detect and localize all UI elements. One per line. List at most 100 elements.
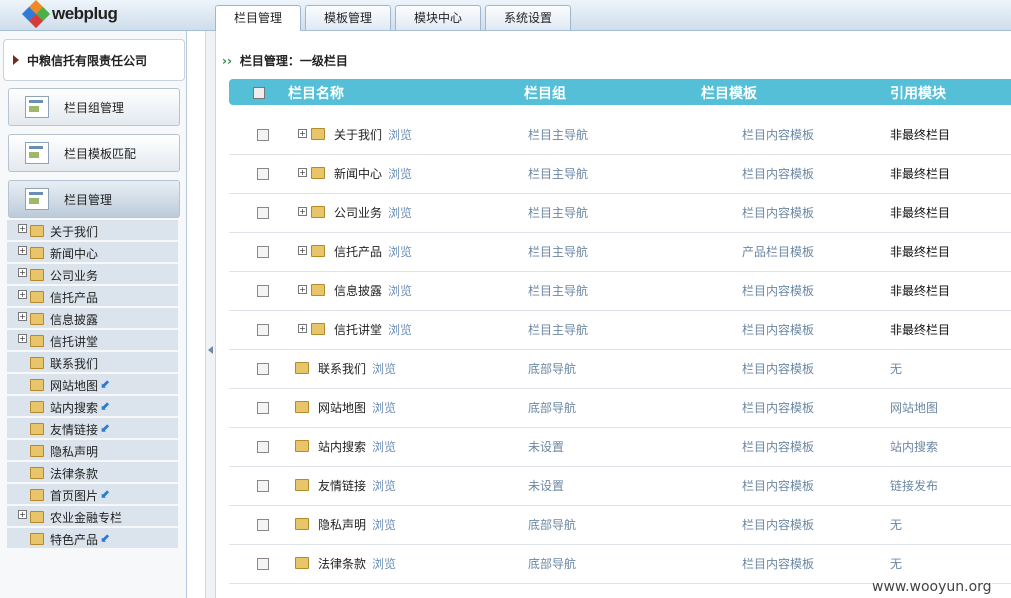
tab-module-center[interactable]: 模块中心 — [395, 5, 482, 30]
row-checkbox[interactable] — [257, 168, 269, 180]
folder-icon — [30, 247, 44, 259]
table-row: 隐私声明 浏览 底部导航 栏目内容模板 无 — [229, 506, 1011, 545]
column-group: 栏目主导航 — [528, 206, 589, 220]
column-template-match-button[interactable]: 栏目模板匹配 — [8, 134, 180, 172]
button-label: 栏目模板匹配 — [64, 146, 137, 161]
button-label: 栏目组管理 — [64, 100, 125, 115]
sidebar-tree-item[interactable]: + 农业金融专栏 — [7, 506, 178, 526]
expand-icon[interactable]: + — [298, 168, 307, 177]
referenced-module: 站内搜索 — [890, 440, 939, 454]
expand-icon[interactable]: + — [18, 246, 27, 255]
column-name: 公司业务 — [334, 206, 383, 220]
sidebar-tree-label: 联系我们 — [50, 357, 99, 371]
table-row: 站内搜索 浏览 未设置 栏目内容模板 站内搜索 — [229, 428, 1011, 467]
folder-icon — [311, 323, 325, 335]
referenced-module: 非最终栏目 — [890, 284, 951, 298]
row-checkbox[interactable] — [257, 324, 269, 336]
sidebar-tree-label: 关于我们 — [50, 225, 99, 239]
column-group-management-button[interactable]: 栏目组管理 — [8, 88, 180, 126]
browse-link[interactable]: 浏览 — [388, 321, 412, 338]
collapse-left-icon[interactable] — [208, 346, 213, 354]
referenced-module: 无 — [890, 362, 903, 376]
browse-link[interactable]: 浏览 — [388, 204, 412, 221]
expand-icon[interactable]: + — [298, 246, 307, 255]
expand-icon[interactable]: + — [18, 290, 27, 299]
row-checkbox[interactable] — [257, 519, 269, 531]
sidebar-tree-label: 信托产品 — [50, 291, 99, 305]
sidebar-tree-item[interactable]: + 信息披露 — [7, 308, 178, 328]
company-selector[interactable]: 中粮信托有限责任公司 — [3, 39, 185, 81]
watermark: www.wooyun.org — [872, 579, 992, 595]
folder-icon — [30, 511, 44, 523]
browse-link[interactable]: 浏览 — [372, 516, 396, 533]
tab-system-settings[interactable]: 系统设置 — [485, 5, 572, 30]
row-checkbox[interactable] — [257, 207, 269, 219]
sidebar-tree-item[interactable]: 法律条款 — [7, 462, 178, 482]
column-group: 底部导航 — [528, 362, 577, 376]
sidebar-tree-item[interactable]: 特色产品 ⬋ — [7, 528, 178, 548]
row-checkbox[interactable] — [257, 441, 269, 453]
table-row: 联系我们 浏览 底部导航 栏目内容模板 无 — [229, 350, 1011, 389]
referenced-module: 网站地图 — [890, 401, 939, 415]
row-checkbox[interactable] — [257, 246, 269, 258]
browse-link[interactable]: 浏览 — [372, 555, 396, 572]
referenced-module: 非最终栏目 — [890, 167, 951, 181]
row-checkbox[interactable] — [257, 285, 269, 297]
browse-link[interactable]: 浏览 — [372, 399, 396, 416]
folder-icon — [30, 467, 44, 479]
panel-splitter[interactable] — [205, 31, 216, 598]
column-group: 栏目主导航 — [528, 284, 589, 298]
sidebar-tree-item[interactable]: + 新闻中心 — [7, 242, 178, 262]
sidebar-tree-item[interactable]: 友情链接 ⬋ — [7, 418, 178, 438]
row-checkbox[interactable] — [257, 129, 269, 141]
browse-link[interactable]: 浏览 — [388, 282, 412, 299]
column-template: 栏目内容模板 — [742, 284, 815, 298]
expand-icon[interactable]: + — [298, 285, 307, 294]
column-group: 底部导航 — [528, 518, 577, 532]
tab-template-management[interactable]: 模板管理 — [305, 5, 392, 30]
browse-link[interactable]: 浏览 — [372, 360, 396, 377]
sidebar-tree-item[interactable]: 网站地图 ⬋ — [7, 374, 178, 394]
column-template: 栏目内容模板 — [742, 518, 815, 532]
sidebar-tree-item[interactable]: 站内搜索 ⬋ — [7, 396, 178, 416]
tab-column-management[interactable]: 栏目管理 — [215, 5, 302, 31]
expand-icon[interactable]: + — [298, 324, 307, 333]
expand-icon[interactable]: + — [298, 207, 307, 216]
sidebar-tree-item[interactable]: + 信托讲堂 — [7, 330, 178, 350]
column-management-button[interactable]: 栏目管理 — [8, 180, 180, 218]
row-checkbox[interactable] — [257, 480, 269, 492]
column-name: 法律条款 — [318, 557, 367, 571]
expand-icon[interactable]: + — [18, 334, 27, 343]
column-name: 关于我们 — [334, 128, 383, 142]
expand-icon[interactable]: + — [18, 312, 27, 321]
expand-icon[interactable]: + — [18, 510, 27, 519]
shortcut-arrow-icon: ⬋ — [100, 487, 111, 501]
sidebar-tree-item[interactable]: 隐私声明 — [7, 440, 178, 460]
sidebar-tree-label: 隐私声明 — [50, 445, 99, 459]
expand-icon[interactable]: + — [298, 129, 307, 138]
browse-link[interactable]: 浏览 — [388, 243, 412, 260]
column-name: 隐私声明 — [318, 518, 367, 532]
row-checkbox[interactable] — [257, 363, 269, 375]
sidebar-tree-item[interactable]: 首页图片 ⬋ — [7, 484, 178, 504]
expand-icon[interactable]: + — [18, 268, 27, 277]
expand-icon[interactable]: + — [18, 224, 27, 233]
column-template: 栏目内容模板 — [742, 401, 815, 415]
browse-link[interactable]: 浏览 — [372, 477, 396, 494]
row-checkbox[interactable] — [257, 402, 269, 414]
sidebar-tree-item[interactable]: + 信托产品 — [7, 286, 178, 306]
column-name: 信托讲堂 — [334, 323, 383, 337]
column-template: 栏目内容模板 — [742, 362, 815, 376]
folder-icon — [295, 362, 309, 374]
sidebar-tree-item[interactable]: 联系我们 — [7, 352, 178, 372]
browse-link[interactable]: 浏览 — [372, 438, 396, 455]
main-tabs: 栏目管理 模板管理 模块中心 系统设置 — [215, 5, 572, 31]
select-all-checkbox[interactable] — [253, 87, 265, 99]
table-row: 网站地图 浏览 底部导航 栏目内容模板 网站地图 — [229, 389, 1011, 428]
folder-icon — [30, 445, 44, 457]
browse-link[interactable]: 浏览 — [388, 126, 412, 143]
sidebar-tree-item[interactable]: + 关于我们 — [7, 220, 178, 240]
browse-link[interactable]: 浏览 — [388, 165, 412, 182]
sidebar-tree-item[interactable]: + 公司业务 — [7, 264, 178, 284]
row-checkbox[interactable] — [257, 558, 269, 570]
